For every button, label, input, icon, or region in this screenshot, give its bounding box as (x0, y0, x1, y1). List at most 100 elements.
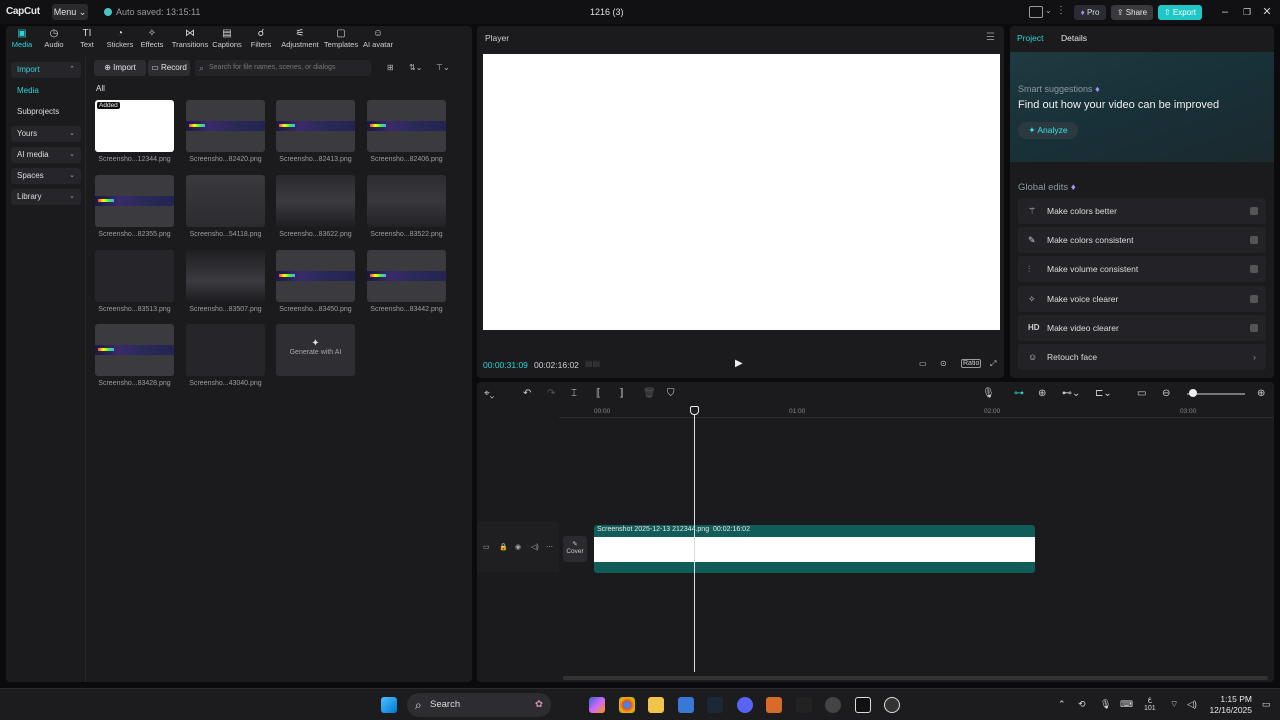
edit-make-colors-consistent[interactable]: ✎ Make colors consistent (1018, 227, 1266, 253)
playhead-handle[interactable] (690, 406, 699, 415)
wifi-icon[interactable]: ⌔ (1170, 699, 1178, 710)
record-button[interactable]: ▭ Record (148, 60, 190, 76)
export-button[interactable]: ⇧ Export (1158, 5, 1202, 20)
media-thumbnail[interactable] (186, 175, 265, 227)
edit-make-volume-consistent[interactable]: ⫶ Make volume consistent (1018, 256, 1266, 282)
menu-button[interactable]: Menu ⌄ (52, 4, 88, 20)
more-icon[interactable]: ⋮ (1056, 5, 1066, 16)
fullscreen-quality-icon[interactable]: ▭ (919, 359, 927, 368)
media-thumbnail[interactable] (367, 175, 446, 227)
minimize-icon[interactable]: – (1217, 4, 1233, 20)
sidebar-item-subprojects[interactable]: Subprojects (11, 104, 81, 120)
capcut-taskbar-icon[interactable] (796, 697, 812, 713)
copilot-icon[interactable] (589, 697, 605, 713)
play-icon[interactable]: ▶ (735, 358, 743, 369)
app-icon[interactable] (766, 697, 782, 713)
tab-filters[interactable]: ☌ Filters (241, 28, 281, 49)
media-thumbnail[interactable] (276, 100, 355, 152)
track-toggle-icon[interactable]: ▭ (483, 543, 490, 551)
windows-start-icon[interactable] (381, 697, 397, 713)
layout-icon[interactable] (1029, 6, 1043, 18)
more-icon[interactable]: ⋯ (546, 543, 553, 551)
analyze-button[interactable]: ✦ Analyze (1018, 122, 1078, 139)
zoom-in-icon[interactable]: ⊕ (1257, 388, 1265, 399)
waveform-icon[interactable]: ▤▤ (585, 359, 600, 368)
select-tool-icon[interactable]: ⌖⌄ (484, 388, 494, 399)
media-thumbnail[interactable] (276, 250, 355, 302)
zoom-slider-handle[interactable] (1189, 389, 1197, 397)
media-thumbnail[interactable] (367, 100, 446, 152)
sidebar-item-import[interactable]: Import ⌃ (11, 62, 81, 78)
preview-axis-icon[interactable]: ⊏⌄ (1095, 388, 1112, 399)
keyboard-icon[interactable]: ⌨ (1120, 699, 1133, 710)
toggle[interactable] (1250, 207, 1258, 215)
language-indicator[interactable]: ع 101 (1144, 695, 1156, 713)
media-thumbnail[interactable] (95, 250, 174, 302)
time-ruler[interactable]: 00:00 01:00 02:00 03:00 (559, 406, 1274, 418)
toggle[interactable] (1250, 236, 1258, 244)
expand-icon[interactable]: ⤢ (990, 359, 996, 369)
zoom-fit-icon[interactable]: ⊙ (940, 359, 947, 368)
audio-mute-icon[interactable]: ◁) (531, 543, 539, 551)
tab-templates[interactable]: ▢ Templates (320, 28, 362, 49)
media-thumbnail[interactable] (95, 324, 174, 376)
sidebar-item-ai-media[interactable]: AI media ⌄ (11, 147, 81, 163)
volume-icon[interactable]: ◁) (1187, 699, 1197, 710)
sidebar-item-yours[interactable]: Yours ⌄ (11, 126, 81, 142)
split-right-icon[interactable]: ⟧ (619, 388, 624, 399)
toggle[interactable] (1250, 295, 1258, 303)
ratio-button[interactable]: Ratio (961, 359, 982, 368)
microphone-icon[interactable]: 🎙 (1100, 699, 1111, 710)
tab-adjustment[interactable]: ⚟ Adjustment (279, 28, 321, 49)
microphone-icon[interactable]: 🎙 (982, 388, 995, 399)
filter-icon[interactable]: ⊤⌄ (436, 63, 450, 72)
magnet-icon[interactable]: ⊕ (1038, 388, 1046, 399)
network-sync-icon[interactable]: ⟲ (1078, 699, 1086, 710)
chevron-up-icon[interactable]: ⌃ (1058, 699, 1066, 710)
snap-icon[interactable]: ⊷⌄ (1062, 388, 1080, 399)
notification-icon[interactable]: ▭ (1262, 699, 1271, 710)
project-title[interactable]: 1216 (3) (590, 7, 624, 17)
media-search-input[interactable]: Search for file names, scenes, or dialog… (195, 60, 371, 76)
playhead[interactable] (694, 406, 695, 672)
zoom-out-icon[interactable]: ⊖ (1162, 388, 1170, 399)
app-icon[interactable] (825, 697, 841, 713)
tab-details[interactable]: Details (1061, 33, 1087, 43)
discord-icon[interactable] (737, 697, 753, 713)
taskbar-search[interactable]: Search ✿ (407, 693, 551, 717)
eye-icon[interactable]: ◉ (515, 543, 521, 551)
split-icon[interactable]: ⌶ (571, 388, 577, 399)
lock-icon[interactable]: 🔒 (499, 543, 508, 551)
delete-icon[interactable]: 🗑 (643, 388, 656, 399)
hamburger-menu-icon[interactable]: ☰ (986, 32, 995, 43)
toggle[interactable] (1250, 265, 1258, 273)
media-thumbnail[interactable] (186, 250, 265, 302)
cover-button[interactable]: ✎ Cover (563, 536, 587, 562)
close-icon[interactable]: ✕ (1259, 4, 1275, 20)
video-preview[interactable] (483, 54, 1000, 330)
restore-icon[interactable]: ❐ (1239, 4, 1255, 20)
media-thumbnail[interactable] (186, 324, 265, 376)
split-left-icon[interactable]: ⟦ (596, 388, 601, 399)
media-thumbnail[interactable] (186, 100, 265, 152)
media-thumbnail[interactable] (367, 250, 446, 302)
timeline-scrollbar[interactable] (563, 676, 1268, 680)
shield-icon[interactable]: ⛉ (667, 388, 675, 399)
steam-icon[interactable] (707, 697, 723, 713)
video-clip[interactable]: Screenshot 2025-12-13 212344.png 00:02:1… (594, 525, 1035, 573)
import-button[interactable]: ⊕ Import (94, 60, 146, 76)
media-thumbnail[interactable] (276, 175, 355, 227)
filter-all-label[interactable]: All (96, 84, 105, 93)
system-clock[interactable]: 1:15 PM 12/16/2025 (1208, 694, 1252, 716)
tab-ai-avatar[interactable]: ☺ AI avatar (357, 28, 399, 49)
pro-button[interactable]: ♦ Pro (1074, 5, 1106, 20)
edit-make-colors-better[interactable]: ⚚ Make colors better (1018, 198, 1266, 224)
undo-icon[interactable]: ↶ (523, 388, 531, 399)
share-button[interactable]: ⇪ Share (1111, 5, 1153, 20)
link-icon[interactable]: ⊶ (1014, 388, 1024, 399)
chrome-icon[interactable] (619, 697, 635, 713)
edit-make-voice-clearer[interactable]: ✧ Make voice clearer (1018, 286, 1266, 312)
media-thumbnail[interactable]: Added (95, 100, 174, 152)
view-grid-icon[interactable]: ⊞ (387, 63, 394, 72)
sidebar-item-library[interactable]: Library ⌄ (11, 189, 81, 205)
